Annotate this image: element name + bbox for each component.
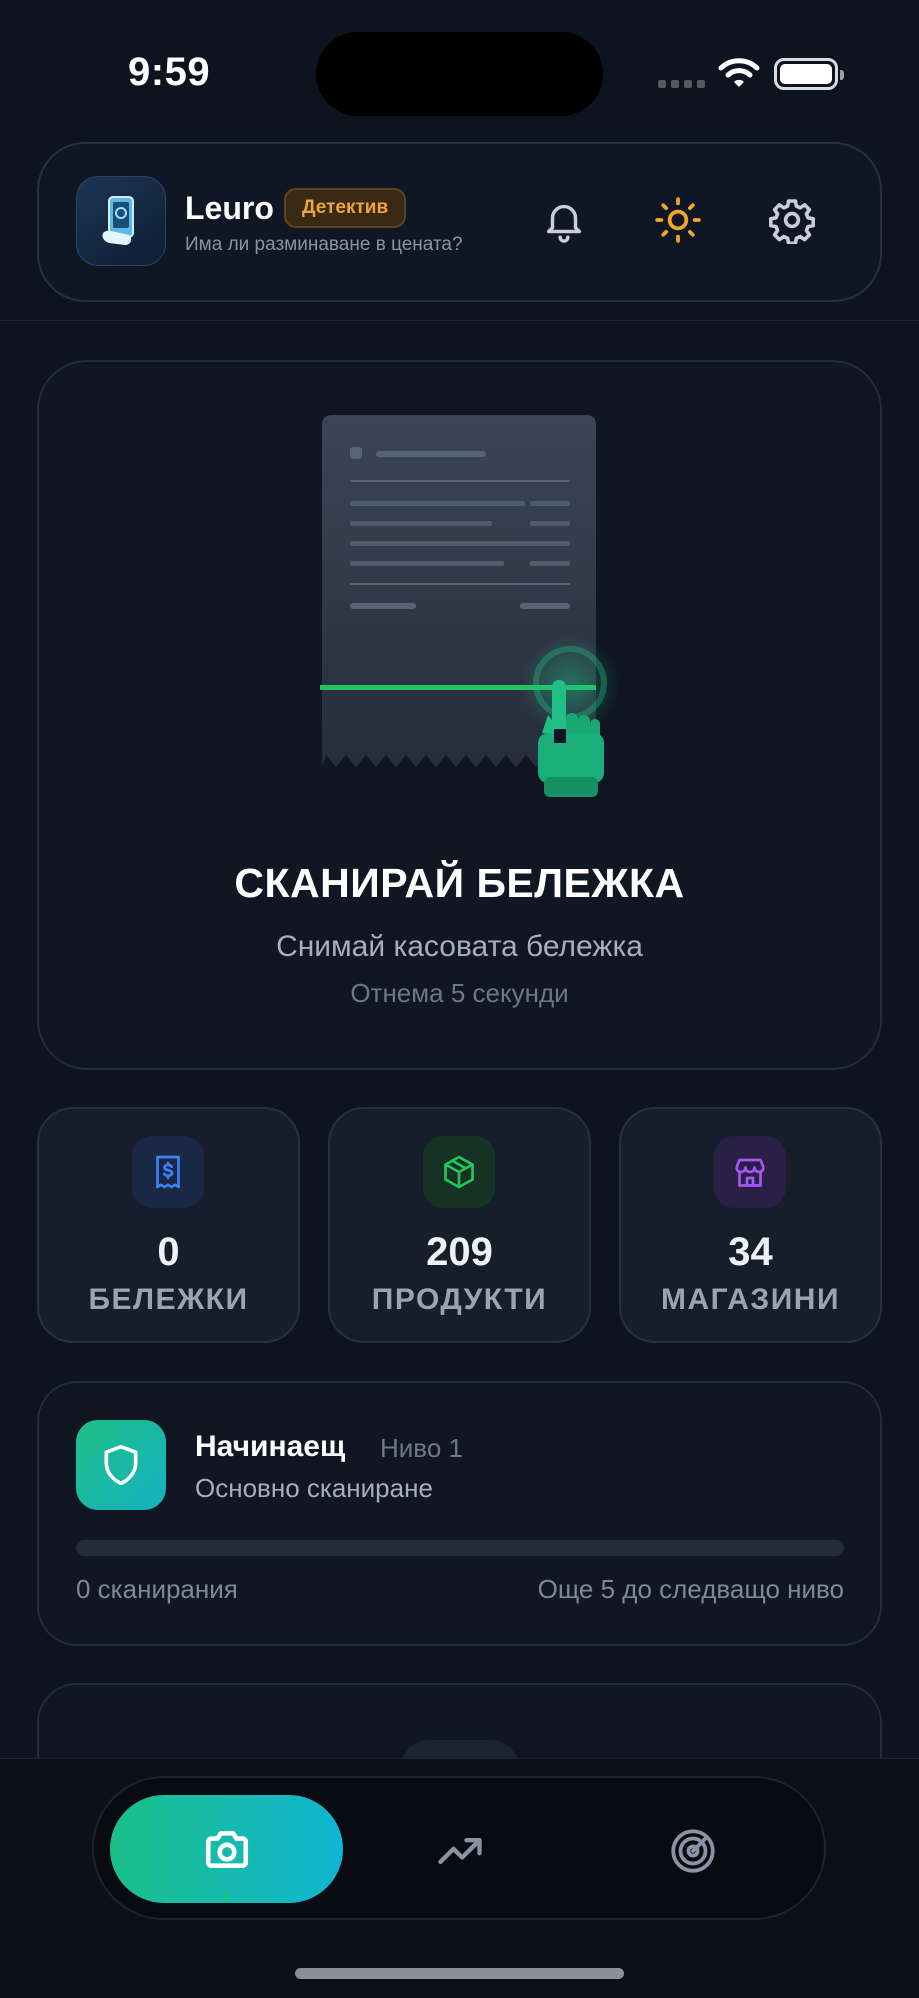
scan-title: СКАНИРАЙ БЕЛЕЖКА xyxy=(234,860,685,906)
wifi-icon xyxy=(718,56,760,95)
cellular-signal-icon xyxy=(658,80,705,88)
stat-label-stores: МАГАЗИНИ xyxy=(660,1283,841,1316)
header-divider xyxy=(0,320,919,321)
sun-icon xyxy=(655,197,701,243)
level-description: Основно сканиране xyxy=(195,1473,433,1503)
box-icon xyxy=(423,1136,495,1208)
stat-value-receipts: 0 xyxy=(157,1230,180,1274)
theme-toggle-button[interactable] xyxy=(648,190,708,250)
stat-label-products: ПРОДУКТИ xyxy=(371,1283,548,1316)
tab-scan[interactable] xyxy=(110,1795,343,1903)
app-logo-icon xyxy=(76,176,166,266)
scan-subtitle: Снимай касовата бележка xyxy=(276,930,643,963)
bell-icon xyxy=(546,204,582,243)
dynamic-island xyxy=(316,32,603,116)
stat-value-products: 209 xyxy=(426,1230,493,1274)
level-name: Начинаещ xyxy=(195,1430,346,1463)
home-indicator xyxy=(295,1968,624,1979)
scan-count: 0 сканирания xyxy=(76,1574,238,1604)
battery-icon xyxy=(774,58,844,90)
level-progress-bar xyxy=(76,1540,844,1556)
role-badge: Детектив xyxy=(284,188,407,228)
notifications-button[interactable] xyxy=(534,190,594,250)
receipt-scan-illustration xyxy=(320,415,620,820)
camera-icon xyxy=(205,1831,248,1868)
status-time: 9:59 xyxy=(128,50,211,94)
radar-icon xyxy=(671,1829,715,1873)
app-name: Leuro xyxy=(185,190,274,226)
active-tab-indicator xyxy=(222,1893,230,1901)
store-icon xyxy=(714,1136,786,1208)
scan-duration-note: Отнема 5 секунди xyxy=(350,978,569,1008)
tab-radar[interactable] xyxy=(657,1815,729,1887)
next-level-hint: Още 5 до следващо ниво xyxy=(537,1574,844,1604)
settings-button[interactable] xyxy=(762,190,822,250)
tab-trends[interactable] xyxy=(424,1815,496,1887)
stat-label-receipts: БЕЛЕЖКИ xyxy=(88,1283,249,1316)
shield-icon xyxy=(76,1420,166,1510)
stat-value-stores: 34 xyxy=(728,1230,773,1274)
level-number: Ниво 1 xyxy=(380,1433,463,1463)
level-card[interactable] xyxy=(37,1381,882,1646)
gear-icon xyxy=(769,199,815,244)
trending-up-icon xyxy=(438,1838,482,1864)
app-tagline: Има ли разминаване в цената? xyxy=(185,234,463,255)
receipt-icon xyxy=(132,1136,204,1208)
